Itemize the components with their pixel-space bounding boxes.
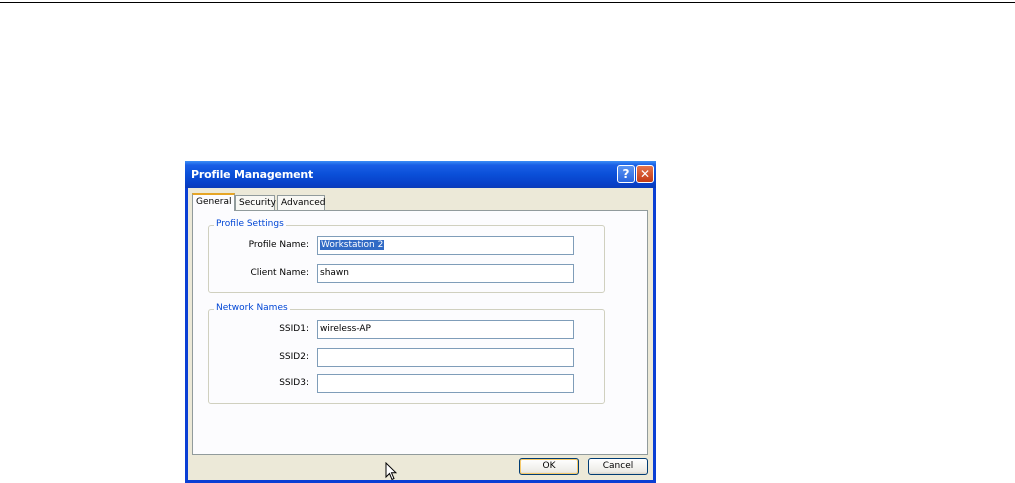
ssid3-field[interactable] (317, 374, 574, 393)
profile-settings-group: Profile Settings Profile Name: Workstati… (208, 219, 605, 293)
ssid2-label: SSID2: (279, 352, 309, 362)
page-top-rule (0, 2, 1015, 3)
ssid3-label: SSID3: (279, 378, 309, 388)
title-bar[interactable]: Profile Management ? ✕ (185, 161, 656, 188)
profile-name-field[interactable]: Workstation 2 (317, 236, 574, 255)
tab-security[interactable]: Security (235, 195, 276, 210)
profile-settings-title: Profile Settings (214, 219, 286, 229)
close-icon[interactable]: ✕ (636, 165, 654, 183)
client-name-label: Client Name: (250, 268, 310, 278)
cancel-button[interactable]: Cancel (588, 458, 648, 475)
ssid1-field[interactable]: wireless-AP (317, 320, 574, 339)
ok-button[interactable]: OK (519, 458, 579, 475)
tab-advanced[interactable]: Advanced (277, 195, 325, 210)
profile-name-value: Workstation 2 (320, 240, 385, 250)
dialog-body: General Security Advanced Profile Settin… (188, 188, 653, 480)
client-name-field[interactable]: shawn (317, 264, 574, 283)
window-title: Profile Management (191, 168, 314, 181)
profile-management-dialog: Profile Management ? ✕ General Security … (185, 161, 656, 483)
ssid1-label: SSID1: (279, 324, 309, 334)
tab-general[interactable]: General (192, 193, 235, 211)
help-icon[interactable]: ? (617, 165, 635, 183)
mouse-cursor-icon (385, 462, 397, 481)
network-names-title: Network Names (214, 303, 290, 313)
profile-name-label: Profile Name: (248, 240, 309, 250)
general-tab-page: Profile Settings Profile Name: Workstati… (192, 210, 648, 455)
ssid2-field[interactable] (317, 348, 574, 367)
network-names-group: Network Names SSID1: wireless-AP SSID2: … (208, 303, 605, 404)
